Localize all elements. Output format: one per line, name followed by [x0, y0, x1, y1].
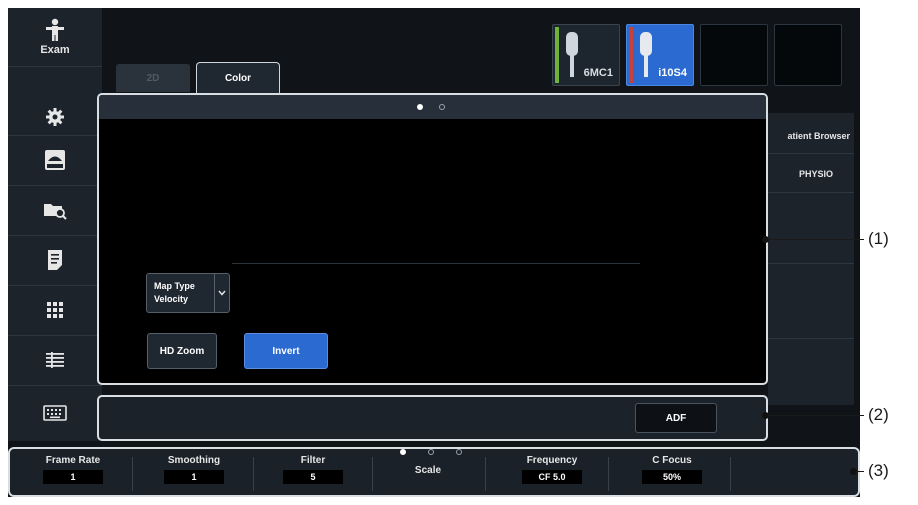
probe-icon	[566, 32, 578, 77]
param-value: 5	[283, 470, 343, 484]
map-type-value: Velocity	[154, 294, 189, 304]
param-value: 1	[43, 470, 103, 484]
probe-6mc1[interactable]: 6MC1	[552, 24, 620, 86]
sidebar-item-settings[interactable]	[8, 99, 102, 136]
map-type-select[interactable]: Map Type Velocity	[146, 273, 230, 313]
map-type-label: Map Type	[154, 281, 195, 291]
param-label: Frequency	[526, 455, 578, 466]
probe-label: i10S4	[658, 67, 687, 79]
param-value: CF 5.0	[522, 470, 582, 484]
sidebar-item-exam[interactable]: Exam	[8, 8, 102, 67]
probe-accent	[629, 27, 633, 83]
page-dot-active[interactable]	[400, 449, 406, 455]
param-label: C Focus	[652, 455, 692, 466]
grid-icon	[47, 302, 63, 318]
adf-button[interactable]: ADF	[635, 403, 717, 433]
folder-search-icon	[44, 204, 67, 220]
color-panel: Map Type Velocity HD Zoom Invert	[97, 93, 768, 385]
panel-header	[99, 95, 766, 119]
parameter-bar: Frame Rate 1 Smoothing 1 Filter 5 Scale …	[8, 447, 860, 497]
param-scale[interactable]: Scale	[378, 465, 478, 476]
divider	[730, 457, 731, 491]
page-dot[interactable]	[428, 449, 434, 455]
divider	[132, 457, 133, 491]
preset-icon	[45, 150, 65, 170]
report-icon	[48, 250, 62, 270]
keyboard-icon	[43, 405, 67, 421]
param-frame-rate[interactable]: Frame Rate 1	[23, 455, 123, 484]
page-dot[interactable]	[456, 449, 462, 455]
param-value: 1	[164, 470, 224, 484]
divider	[372, 457, 373, 491]
adf-panel: ADF	[97, 395, 768, 441]
divider	[608, 457, 609, 491]
sidebar-item-apps[interactable]	[8, 285, 102, 336]
param-c-focus[interactable]: C Focus 50%	[622, 455, 722, 484]
probe-accent	[555, 27, 559, 83]
divider	[485, 457, 486, 491]
sidebar-item-browse[interactable]	[8, 185, 102, 236]
divider	[768, 263, 854, 264]
list-icon	[46, 352, 64, 368]
physio-button[interactable]: PHYSIO	[768, 155, 854, 193]
sidebar-item-label: Exam	[40, 44, 70, 56]
divider	[232, 263, 640, 264]
sidebar-item-keyboard[interactable]	[8, 385, 102, 441]
callout-line	[856, 471, 864, 472]
chevron-down-icon	[214, 274, 229, 312]
param-frequency[interactable]: Frequency CF 5.0	[502, 455, 602, 484]
patient-browser-button[interactable]: atient Browser	[768, 118, 854, 154]
divider	[768, 338, 854, 339]
param-filter[interactable]: Filter 5	[263, 455, 363, 484]
exam-icon	[46, 18, 64, 41]
probe-slot-empty[interactable]	[774, 24, 842, 86]
probe-slot-empty[interactable]	[700, 24, 768, 86]
param-label: Filter	[300, 455, 326, 466]
param-label: Scale	[414, 465, 442, 476]
hd-zoom-button[interactable]: HD Zoom	[147, 333, 217, 369]
probe-label: 6MC1	[583, 67, 613, 79]
tab-color[interactable]: Color	[196, 62, 280, 94]
divider	[253, 457, 254, 491]
callout-2: (2)	[868, 405, 889, 424]
tab-2d[interactable]: 2D	[116, 64, 190, 92]
param-value: 50%	[642, 470, 702, 484]
gear-icon	[46, 108, 64, 126]
param-smoothing[interactable]: Smoothing 1	[144, 455, 244, 484]
callout-line	[768, 415, 864, 416]
page-dot[interactable]	[439, 104, 445, 110]
page-dot-active[interactable]	[417, 104, 423, 110]
probe-icon	[640, 32, 652, 77]
callout-1: (1)	[868, 229, 889, 248]
sidebar-item-report[interactable]	[8, 235, 102, 286]
callout-line	[768, 239, 864, 240]
sidebar-item-preset[interactable]	[8, 135, 102, 186]
sidebar-item-list[interactable]	[8, 335, 102, 386]
param-label: Smoothing	[167, 455, 221, 466]
callout-3: (3)	[868, 461, 889, 480]
invert-button[interactable]: Invert	[244, 333, 328, 369]
probe-i10s4[interactable]: i10S4	[626, 24, 694, 86]
param-label: Frame Rate	[45, 455, 101, 466]
sidebar: Exam	[8, 8, 102, 441]
